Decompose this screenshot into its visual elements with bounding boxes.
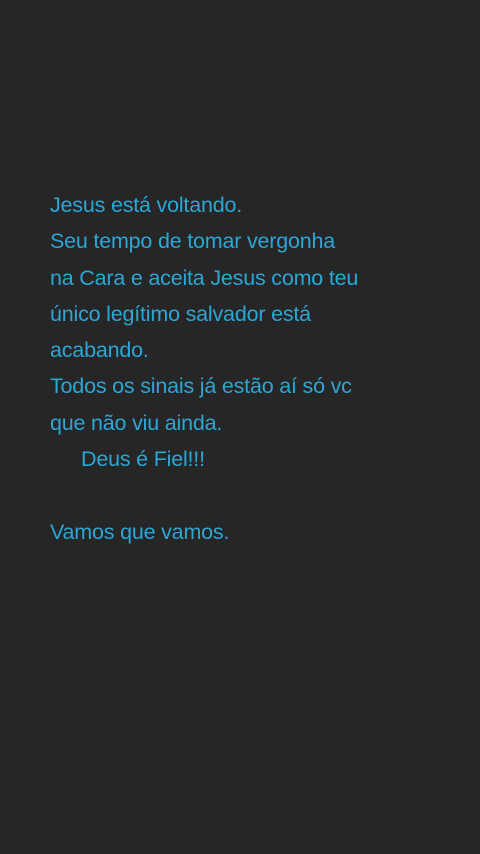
text-line-4: único legítimo salvador está — [50, 301, 311, 326]
text-line-1: Jesus está voltando. — [50, 193, 243, 217]
text-line-10: Vamos que vamos. — [50, 519, 230, 544]
text-line-7: que não viu ainda. — [50, 410, 223, 435]
text-line-8: Deus é Fiel!!! — [81, 447, 205, 472]
text-line-6: Todos os sinais já estão aí só vc — [50, 374, 352, 399]
text-line-2: Seu tempo de tomar vergonha — [50, 229, 336, 254]
text-line-5: acabando. — [50, 338, 149, 363]
text-post-screen: Jesus está voltando. Seu tempo de tomar … — [0, 0, 480, 854]
text-line-3: na Cara e aceita Jesus como teu — [50, 265, 359, 290]
text-post-body: Jesus está voltando. Seu tempo de tomar … — [50, 187, 470, 550]
text-line-blank — [50, 477, 470, 513]
